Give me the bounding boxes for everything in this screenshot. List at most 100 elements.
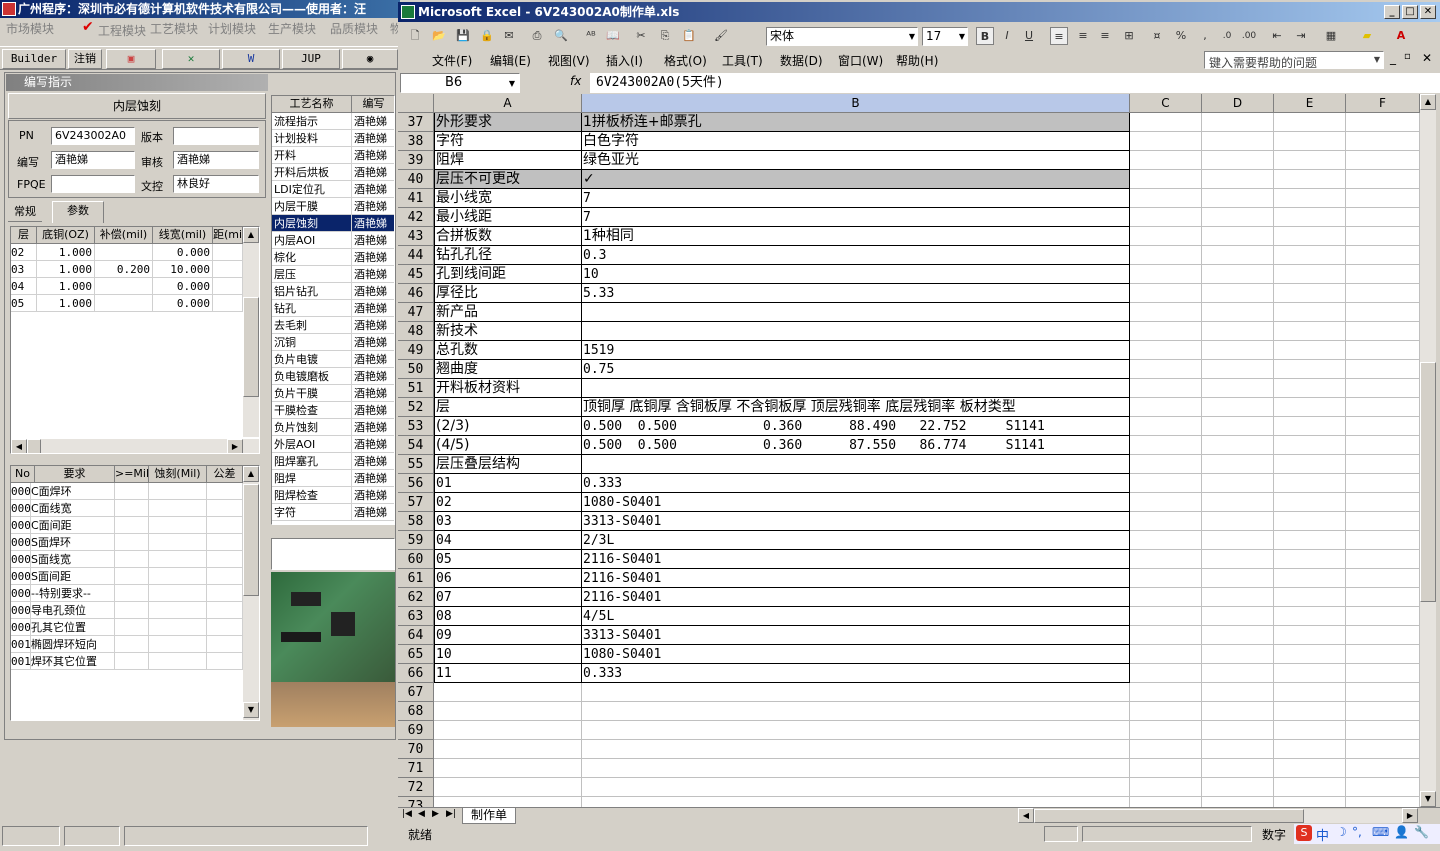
cell-empty[interactable] — [1274, 455, 1346, 474]
cell-empty[interactable] — [1346, 569, 1420, 588]
row-header[interactable]: 42 — [398, 208, 434, 227]
cell-b[interactable]: 2/3L — [582, 531, 1130, 550]
align-center-icon[interactable]: ≡ — [1074, 27, 1092, 45]
column-header-b[interactable]: B — [582, 94, 1130, 113]
cell-empty[interactable] — [1346, 740, 1420, 759]
font-color-icon[interactable]: A — [1392, 27, 1410, 45]
cell-empty[interactable] — [1130, 493, 1202, 512]
cell-a[interactable]: 字符 — [434, 132, 582, 151]
row-header[interactable]: 49 — [398, 341, 434, 360]
scroll-left-icon[interactable]: ◀ — [11, 439, 27, 453]
module-menu-item[interactable]: 工艺模块 — [150, 20, 198, 37]
table-row[interactable]: 000 S面线宽 — [11, 551, 243, 568]
cell-empty[interactable] — [1346, 588, 1420, 607]
cell-empty[interactable] — [1274, 702, 1346, 721]
cell-empty[interactable] — [1274, 132, 1346, 151]
cell-empty[interactable] — [1130, 588, 1202, 607]
reviewer-field[interactable]: 酒艳娣 — [173, 151, 259, 169]
percent-icon[interactable]: % — [1172, 27, 1190, 45]
cell-empty[interactable] — [1274, 227, 1346, 246]
cell-empty[interactable] — [1202, 208, 1274, 227]
writer-field[interactable]: 酒艳娣 — [51, 151, 135, 169]
cell-b[interactable]: 3313-S0401 — [582, 626, 1130, 645]
cell-empty[interactable] — [1202, 379, 1274, 398]
cell-empty[interactable] — [1202, 588, 1274, 607]
cell-a[interactable] — [434, 683, 582, 702]
cell-b[interactable]: 4/5L — [582, 607, 1130, 626]
cell-empty[interactable] — [1274, 531, 1346, 550]
row-header[interactable]: 63 — [398, 607, 434, 626]
permission-icon[interactable]: 🔒 — [478, 27, 496, 45]
process-item[interactable]: 沉铜 酒艳娣 — [272, 334, 394, 351]
scroll-down-icon[interactable]: ▼ — [243, 702, 259, 718]
column-header-a[interactable]: A — [434, 94, 582, 113]
cell-a[interactable] — [434, 778, 582, 797]
cell-empty[interactable] — [1346, 626, 1420, 645]
scroll-left-icon[interactable]: ◀ — [1018, 808, 1034, 823]
align-left-icon[interactable]: ≡ — [1050, 27, 1068, 45]
cell-b[interactable]: 2116-S0401 — [582, 588, 1130, 607]
cell-a[interactable]: 11 — [434, 664, 582, 683]
layer-col-header[interactable]: 补偿(mil) — [95, 227, 153, 244]
cell-empty[interactable] — [1130, 170, 1202, 189]
row-header[interactable]: 73 — [398, 797, 434, 807]
cell-empty[interactable] — [1130, 341, 1202, 360]
process-item[interactable]: 铝片钻孔 酒艳娣 — [272, 283, 394, 300]
cell-a[interactable] — [434, 702, 582, 721]
cell-empty[interactable] — [1130, 113, 1202, 132]
scroll-up-icon[interactable]: ▲ — [243, 227, 259, 243]
cell-empty[interactable] — [1202, 303, 1274, 322]
cell-a[interactable]: 07 — [434, 588, 582, 607]
cell-empty[interactable] — [1274, 398, 1346, 417]
cell-b[interactable] — [582, 797, 1130, 807]
cell-empty[interactable] — [1130, 721, 1202, 740]
layer-grid-hscroll[interactable]: ◀ ▶ — [11, 439, 259, 453]
cell-a[interactable]: 09 — [434, 626, 582, 645]
layer-col-header[interactable]: 层 — [11, 227, 37, 244]
menu-item[interactable]: 工具(T) — [722, 52, 763, 69]
powerpoint-button[interactable]: ▣ — [106, 49, 156, 69]
cell-empty[interactable] — [1130, 607, 1202, 626]
row-header[interactable]: 43 — [398, 227, 434, 246]
cell-empty[interactable] — [1274, 208, 1346, 227]
process-item[interactable]: 负片电镀 酒艳娣 — [272, 351, 394, 368]
menu-item[interactable]: 帮助(H) — [896, 52, 938, 69]
cell-a[interactable]: 03 — [434, 512, 582, 531]
cell-empty[interactable] — [1202, 531, 1274, 550]
cell-empty[interactable] — [1130, 531, 1202, 550]
cell-empty[interactable] — [1346, 797, 1420, 807]
row-header[interactable]: 52 — [398, 398, 434, 417]
cell-b[interactable] — [582, 379, 1130, 398]
cell-empty[interactable] — [1346, 322, 1420, 341]
pn-field[interactable]: 6V243002A0 — [51, 127, 135, 145]
ime-punct-icon[interactable]: °, — [1352, 825, 1362, 839]
cell-empty[interactable] — [1346, 208, 1420, 227]
view-button[interactable]: ◉ — [342, 49, 398, 69]
process-item[interactable]: 阻焊塞孔 酒艳娣 — [272, 453, 394, 470]
first-sheet-icon[interactable]: |◀ — [402, 809, 412, 819]
cell-empty[interactable] — [1274, 759, 1346, 778]
row-header[interactable]: 68 — [398, 702, 434, 721]
cell-empty[interactable] — [1202, 417, 1274, 436]
prev-sheet-icon[interactable]: ◀ — [418, 809, 425, 819]
row-header[interactable]: 62 — [398, 588, 434, 607]
cell-empty[interactable] — [1130, 303, 1202, 322]
cell-empty[interactable] — [1346, 170, 1420, 189]
cell-empty[interactable] — [1346, 303, 1420, 322]
cell-empty[interactable] — [1130, 740, 1202, 759]
row-header[interactable]: 59 — [398, 531, 434, 550]
cell-empty[interactable] — [1130, 797, 1202, 807]
borders-icon[interactable]: ▦ — [1322, 27, 1340, 45]
layer-grid-scrollbar[interactable]: ▲ — [243, 227, 259, 437]
cell-empty[interactable] — [1202, 569, 1274, 588]
function-icon[interactable]: fx — [570, 74, 581, 88]
cell-b[interactable]: 1种相同 — [582, 227, 1130, 246]
row-header[interactable]: 51 — [398, 379, 434, 398]
cell-a[interactable]: (4/5) — [434, 436, 582, 455]
row-header[interactable]: 71 — [398, 759, 434, 778]
doc-control-field[interactable]: 林良好 — [173, 175, 259, 193]
cell-a[interactable]: 06 — [434, 569, 582, 588]
column-header-d[interactable]: D — [1202, 94, 1274, 113]
process-item[interactable]: 外层AOI 酒艳娣 — [272, 436, 394, 453]
process-item[interactable]: 阻焊 酒艳娣 — [272, 470, 394, 487]
